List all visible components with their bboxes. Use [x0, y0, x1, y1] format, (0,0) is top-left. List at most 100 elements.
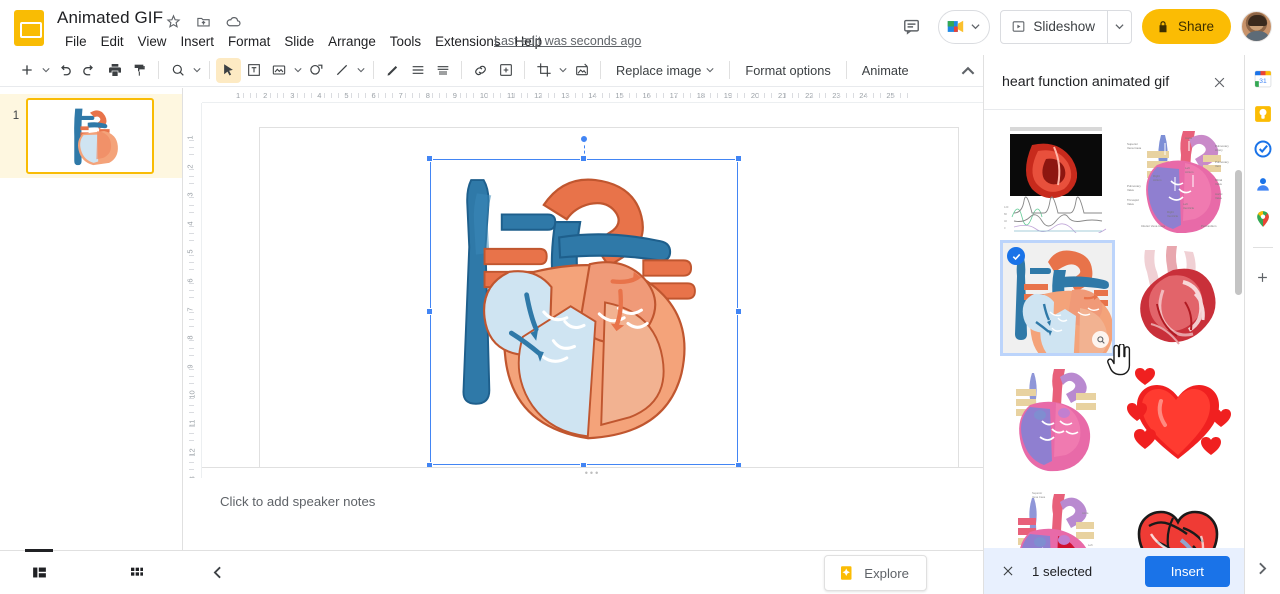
menu-edit[interactable]: Edit — [94, 31, 131, 53]
animate-button[interactable]: Animate — [853, 58, 918, 83]
ruler-minor-mark — [439, 93, 441, 98]
resize-handle-ne[interactable] — [735, 155, 742, 162]
search-result-item[interactable] — [1002, 363, 1113, 475]
slideshow-main[interactable]: Slideshow — [1001, 11, 1107, 43]
add-ons-plus-icon[interactable] — [1252, 266, 1274, 288]
slideshow-dropdown[interactable] — [1108, 11, 1131, 43]
google-contacts-icon[interactable] — [1253, 174, 1273, 194]
vertical-ruler[interactable]: 1234567891011121314 — [183, 103, 202, 478]
meet-button[interactable] — [938, 9, 991, 44]
paint-format-button[interactable] — [127, 58, 152, 83]
menu-view[interactable]: View — [131, 31, 174, 53]
rotate-handle[interactable] — [580, 135, 588, 143]
search-input[interactable]: heart function animated gif — [1002, 74, 1198, 90]
slideshow-button[interactable]: Slideshow — [1000, 9, 1132, 44]
grid-view-icon[interactable] — [120, 556, 154, 590]
search-result-item[interactable]: 120 80 40 0 — [1002, 121, 1113, 233]
add-comment-button[interactable] — [493, 58, 518, 83]
menu-insert[interactable]: Insert — [173, 31, 221, 53]
new-slide-dropdown[interactable] — [39, 66, 52, 74]
collapse-filmstrip-icon[interactable] — [200, 556, 234, 590]
align-button[interactable] — [405, 58, 430, 83]
explore-button[interactable]: Explore — [824, 555, 927, 591]
ruler-minor-mark — [189, 311, 194, 313]
resize-handle-n[interactable] — [580, 155, 587, 162]
speaker-notes[interactable]: Click to add speaker notes — [202, 478, 983, 550]
results-scrollbar[interactable] — [1235, 170, 1242, 295]
share-button[interactable]: Share — [1141, 9, 1231, 44]
menu-file[interactable]: File — [58, 31, 94, 53]
editor-canvas-area: 1 2 3 4 5 6 7 8 9 10 11 12 13 14 15 16 17 18 19 20 21 22 23 24 2… — [183, 88, 983, 550]
google-calendar-icon[interactable]: 31 — [1253, 69, 1273, 89]
notes-resize-handle[interactable]: ••• — [202, 467, 983, 478]
menu-slide[interactable]: Slide — [277, 31, 321, 53]
ruler-minor-mark — [595, 93, 597, 98]
search-result-item[interactable] — [1123, 484, 1234, 548]
cloud-saved-icon[interactable] — [223, 11, 243, 31]
slide-thumbnail[interactable] — [26, 98, 154, 174]
insert-button[interactable]: Insert — [1144, 555, 1230, 587]
search-result-item[interactable]: SuperiorVena Cava Aorta LeftAtrium Mitra… — [1002, 484, 1113, 548]
format-options-button[interactable]: Format options — [736, 58, 839, 83]
shape-button[interactable] — [304, 58, 329, 83]
crop-dropdown[interactable] — [556, 66, 569, 74]
google-keep-icon[interactable] — [1253, 104, 1273, 124]
text-box-button[interactable] — [241, 58, 266, 83]
search-result-item[interactable] — [1123, 363, 1234, 475]
zoom-dropdown[interactable] — [190, 66, 203, 74]
selected-image-object[interactable] — [426, 135, 742, 469]
insert-image-dropdown[interactable] — [291, 66, 304, 74]
expand-rail-icon[interactable] — [1256, 562, 1269, 580]
new-slide-button[interactable] — [14, 58, 39, 83]
magnifier-icon[interactable] — [1092, 331, 1109, 348]
slide-stage[interactable] — [202, 103, 983, 478]
search-results[interactable]: 120 80 40 0 Superior Vena Cava Aorta Pul… — [984, 110, 1244, 548]
horizontal-ruler[interactable]: 1 2 3 4 5 6 7 8 9 10 11 12 13 14 15 16 17 18 19 20 21 22 23 24 2… — [202, 88, 983, 103]
ruler-minor-mark — [189, 297, 194, 299]
line-dropdown[interactable] — [354, 66, 367, 74]
zoom-button[interactable] — [165, 58, 190, 83]
select-cursor-button[interactable] — [216, 57, 241, 83]
menu-format[interactable]: Format — [221, 31, 277, 53]
search-result-item[interactable] — [1123, 242, 1234, 354]
star-icon[interactable] — [163, 11, 183, 31]
slide-canvas[interactable] — [259, 127, 959, 478]
ruler-minor-mark — [269, 93, 271, 98]
comment-history-icon[interactable] — [894, 10, 928, 44]
ruler-minor-mark — [791, 93, 793, 98]
line-button[interactable] — [329, 58, 354, 83]
ruler-tick-label: 1 — [185, 135, 195, 140]
collapse-toolbar-icon[interactable] — [955, 58, 980, 83]
ruler-tick-label: 6 — [185, 278, 195, 283]
slide-list-item[interactable]: 1 — [0, 94, 182, 178]
search-result-item[interactable]: Superior Vena Cava Aorta Pulmonary Artery … — [1123, 121, 1234, 233]
avatar[interactable] — [1241, 11, 1272, 42]
filmstrip-view-icon[interactable] — [22, 548, 56, 590]
resize-handle-nw[interactable] — [426, 155, 433, 162]
mask-image-button[interactable] — [569, 58, 594, 83]
resize-handle-w[interactable] — [426, 308, 433, 315]
menu-arrange[interactable]: Arrange — [321, 31, 383, 53]
insert-image-button[interactable] — [266, 58, 291, 83]
google-maps-icon[interactable] — [1253, 209, 1273, 229]
document-title[interactable]: Animated GIF — [57, 7, 163, 29]
pen-button[interactable] — [380, 58, 405, 83]
replace-image-button[interactable]: Replace image — [607, 58, 723, 83]
undo-button[interactable] — [52, 58, 77, 83]
google-tasks-icon[interactable] — [1253, 139, 1273, 159]
print-button[interactable] — [102, 58, 127, 83]
clear-selection-icon[interactable] — [994, 557, 1022, 585]
move-to-folder-icon[interactable] — [193, 11, 213, 31]
line-spacing-button[interactable] — [430, 58, 455, 83]
close-icon[interactable] — [1204, 67, 1234, 97]
crop-button[interactable] — [531, 58, 556, 83]
last-edit-status[interactable]: Last edit was seconds ago — [494, 34, 641, 48]
redo-button[interactable] — [77, 58, 102, 83]
resize-handle-e[interactable] — [735, 308, 742, 315]
ruler-minor-mark — [189, 326, 194, 328]
svg-text:Atrium: Atrium — [1153, 178, 1162, 182]
slide-number: 1 — [12, 110, 20, 122]
menu-tools[interactable]: Tools — [383, 31, 428, 53]
search-result-item-selected[interactable] — [1000, 240, 1115, 356]
insert-link-button[interactable] — [468, 58, 493, 83]
